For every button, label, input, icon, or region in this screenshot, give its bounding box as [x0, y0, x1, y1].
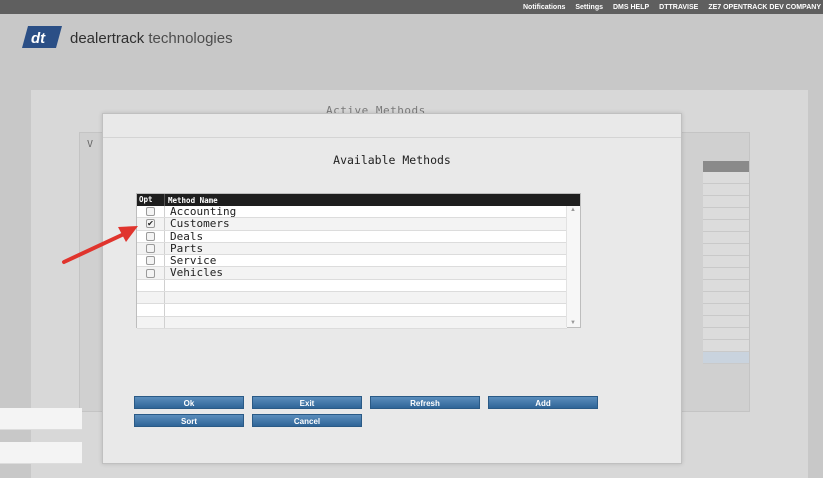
grid-body: Accounting ✔ Customers Deals Parts Service Veh… — [137, 205, 567, 329]
method-name-cell: Deals — [170, 229, 204, 243]
company-link[interactable]: ZE7 OPENTRACK DEV COMPANY — [708, 4, 821, 11]
method-name-cell: Accounting — [170, 205, 237, 218]
table-row[interactable] — [137, 279, 567, 293]
method-name-cell — [165, 280, 170, 291]
brand-name: dealertrack technologies — [70, 30, 233, 47]
user-link[interactable]: DTTRAVISE — [659, 4, 698, 11]
opt-column-header[interactable]: Opt — [137, 194, 165, 206]
top-nav: Notifications Settings DMS HELP DTTRAVIS… — [523, 0, 823, 14]
cancel-button[interactable]: Cancel — [252, 414, 362, 427]
sort-button[interactable]: Sort — [134, 414, 244, 427]
checkbox[interactable] — [146, 256, 155, 266]
method-name-cell — [165, 292, 170, 303]
opt-cell — [137, 267, 165, 279]
ok-button[interactable]: Ok — [134, 396, 244, 409]
grid-scrollbar[interactable]: ▲ ▼ — [566, 206, 580, 327]
table-row[interactable] — [137, 292, 567, 305]
header: dt dealertrack technologies — [0, 14, 823, 80]
method-name-cell: Customers — [170, 217, 230, 231]
check-icon: ✔ — [147, 219, 154, 229]
method-name-cell — [165, 317, 170, 328]
table-row[interactable]: ✔ Customers — [137, 217, 567, 231]
left-tab-2[interactable] — [0, 442, 82, 464]
settings-link[interactable]: Settings — [575, 4, 603, 11]
exit-button[interactable]: Exit — [252, 396, 362, 409]
opt-cell — [137, 304, 165, 316]
notifications-link[interactable]: Notifications — [523, 4, 565, 11]
left-tab-1[interactable] — [0, 408, 82, 430]
available-methods-dialog: Available Methods Opt Method Name Accoun… — [102, 113, 682, 464]
opt-cell — [137, 292, 165, 304]
checkbox[interactable] — [146, 268, 155, 278]
checkbox[interactable] — [146, 207, 155, 217]
svg-text:dt: dt — [31, 30, 46, 47]
method-name-cell: Service — [170, 254, 217, 268]
checkbox[interactable] — [146, 231, 155, 241]
checkbox[interactable] — [146, 244, 155, 254]
table-row[interactable] — [137, 316, 567, 329]
opt-cell — [137, 206, 165, 218]
method-name-cell: Parts — [170, 241, 204, 255]
methods-grid: Opt Method Name Accounting ✔ Customers Deal… — [136, 193, 581, 329]
table-row[interactable]: Vehicles — [137, 266, 567, 280]
checkbox-checked[interactable]: ✔ — [146, 219, 155, 229]
dialog-title-bar — [103, 114, 681, 138]
left-tabs — [0, 408, 82, 478]
red-arrow-icon — [62, 226, 138, 264]
method-name-cell — [165, 304, 170, 315]
opt-cell — [137, 316, 165, 328]
background-inner-label: V — [87, 139, 94, 150]
dealertrack-logo-icon: dt — [22, 26, 62, 48]
background-table — [703, 161, 749, 364]
table-row[interactable] — [137, 304, 567, 317]
top-bar: Notifications Settings DMS HELP DTTRAVIS… — [0, 0, 823, 14]
scroll-down-icon[interactable]: ▼ — [570, 320, 576, 326]
dms-help-link[interactable]: DMS HELP — [613, 4, 649, 11]
method-name-column-header[interactable]: Method Name — [165, 196, 218, 205]
add-button[interactable]: Add — [488, 396, 598, 409]
opt-cell — [137, 279, 165, 292]
refresh-button[interactable]: Refresh — [370, 396, 480, 409]
dialog-title: Available Methods — [333, 153, 451, 167]
method-name-cell: Vehicles — [170, 266, 223, 280]
scroll-up-icon[interactable]: ▲ — [570, 207, 576, 213]
